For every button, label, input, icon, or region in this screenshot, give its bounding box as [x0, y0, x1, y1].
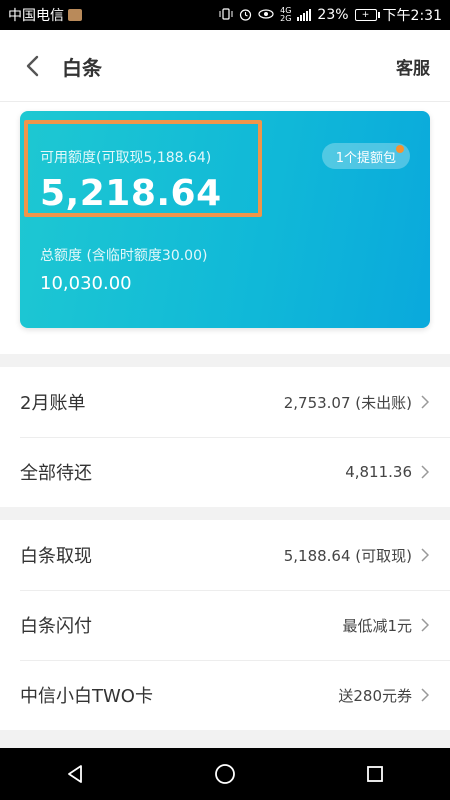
battery-charge-mark: +: [361, 10, 370, 20]
list-item-value: 4,811.36: [345, 463, 412, 481]
chevron-right-icon: [420, 688, 430, 702]
notification-dot-icon: [396, 145, 404, 153]
list-item-quick-pay[interactable]: 白条闪付 最低减1元: [0, 590, 450, 660]
chevron-right-icon: [420, 395, 430, 409]
carrier-name: 中国电信: [8, 8, 64, 24]
chevron-right-icon: [420, 465, 430, 479]
list-item-value: 最低减1元: [342, 616, 412, 635]
list-item-monthly-bill[interactable]: 2月账单 2,753.07 (未出账): [0, 367, 450, 437]
status-bar: 中国电信 4G 2G 23% + 下午2:31: [0, 0, 450, 30]
list-item-total-due[interactable]: 全部待还 4,811.36: [0, 437, 450, 507]
back-arrow-icon[interactable]: [18, 52, 46, 80]
credit-card[interactable]: 可用额度(可取现5,188.64) 5,218.64 1个提额包 总额度 (含临…: [20, 111, 430, 328]
chevron-right-icon: [420, 548, 430, 562]
list-item-label: 中信小白TWO卡: [20, 686, 153, 707]
list-item-cash-withdrawal[interactable]: 白条取现 5,188.64 (可取现): [0, 520, 450, 590]
credit-boost-pack-button[interactable]: 1个提额包: [321, 143, 410, 169]
list-item-value: 送280元券: [338, 686, 412, 705]
status-left: 中国电信: [8, 5, 82, 25]
available-credit-label: 可用额度(可取现5,188.64): [40, 150, 212, 166]
network-type-badge: 4G 2G: [280, 7, 291, 23]
services-group: 白条取现 5,188.64 (可取现) 白条闪付 最低减1元 中信小白TWO卡 …: [0, 520, 450, 730]
total-credit-label: 总额度 (含临时额度30.00): [40, 248, 208, 264]
list-item-label: 2月账单: [20, 393, 86, 414]
eye-comfort-icon: [258, 9, 274, 21]
vibrate-icon: [219, 8, 233, 22]
list-item-value: 2,753.07 (未出账): [283, 393, 412, 412]
nav-recents-square-icon[interactable]: [355, 754, 395, 794]
list-item-citic-card[interactable]: 中信小白TWO卡 送280元券: [0, 660, 450, 730]
app-header: 白条 客服: [0, 30, 450, 102]
clock: 下午2:31: [382, 8, 442, 24]
list-item-label: 全部待还: [20, 463, 92, 484]
customer-service-button[interactable]: 客服: [396, 54, 430, 79]
chevron-right-icon: [420, 618, 430, 632]
nav-back-triangle-icon[interactable]: [55, 754, 95, 794]
alarm-icon: [239, 8, 252, 23]
network-bottom: 2G: [280, 14, 292, 23]
status-right: 4G 2G 23% + 下午2:31: [219, 5, 442, 25]
list-item-value: 5,188.64 (可取现): [283, 546, 412, 565]
bills-group: 2月账单 2,753.07 (未出账) 全部待还 4,811.36: [0, 367, 450, 507]
list-item-label: 白条闪付: [20, 616, 92, 637]
list-item-label: 白条取现: [20, 546, 92, 567]
battery-icon: +: [354, 9, 380, 21]
credit-boost-pack-label: 1个提额包: [335, 150, 396, 166]
carrier-badge-icon: [68, 9, 82, 21]
credit-card-section: 可用额度(可取现5,188.64) 5,218.64 1个提额包 总额度 (含临…: [0, 102, 450, 354]
available-credit-value: 5,218.64: [40, 173, 222, 214]
navigation-bar: [0, 748, 450, 800]
nav-home-circle-icon[interactable]: [205, 754, 245, 794]
signal-icon: [297, 9, 312, 21]
page-title: 白条: [62, 56, 102, 80]
battery-percent: 23%: [317, 7, 349, 23]
total-credit-value: 10,030.00: [40, 273, 132, 294]
